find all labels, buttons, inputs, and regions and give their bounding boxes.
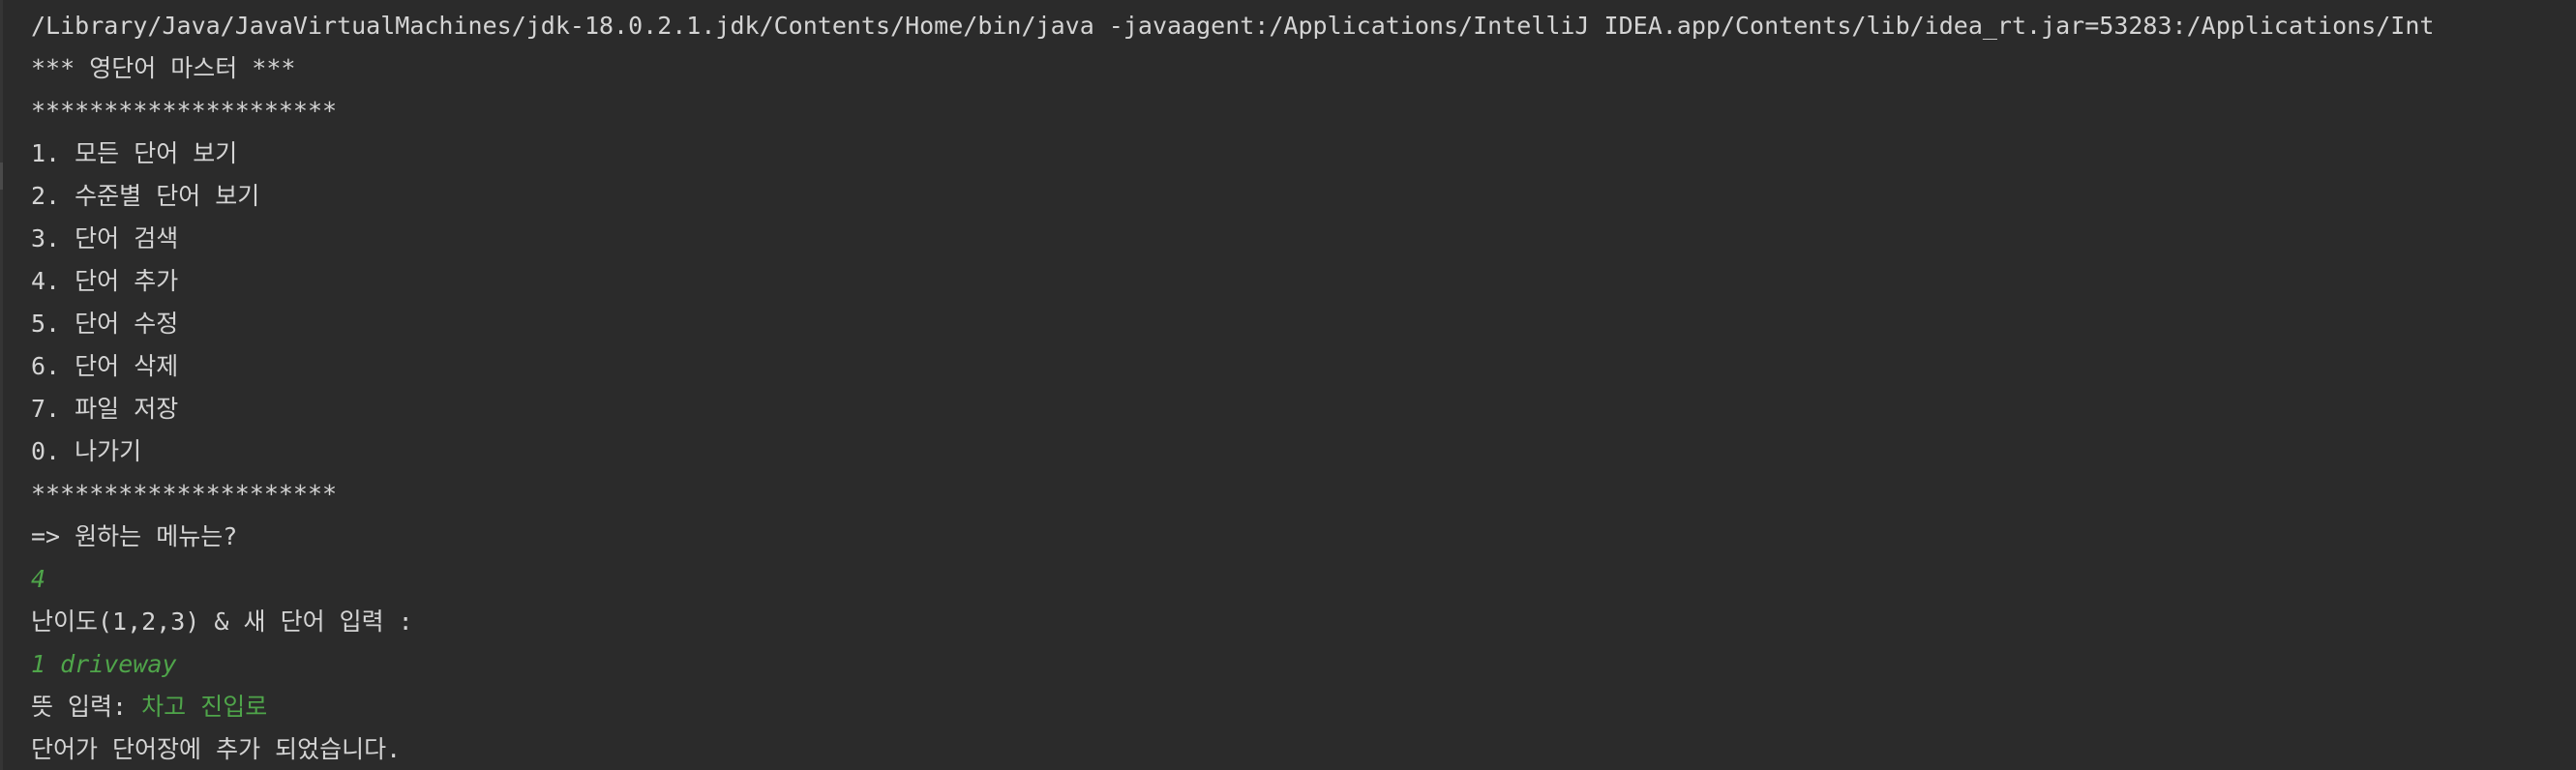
menu-input: 4 (31, 565, 46, 593)
menu-item: 6. 단어 삭제 (31, 352, 179, 380)
meaning-line: 뜻 입력: 차고 진입로 (31, 686, 2576, 728)
menu-item: 4. 단어 추가 (31, 267, 179, 295)
menu-item: 2. 수준별 단어 보기 (31, 182, 260, 210)
program-title: *** 영단어 마스터 *** (31, 54, 296, 82)
result-message: 단어가 단어장에 추가 되었습니다. (31, 735, 402, 763)
menu-item: 1. 모든 단어 보기 (31, 139, 238, 167)
menu-item: 7. 파일 저장 (31, 395, 179, 423)
meaning-prompt: 뜻 입력: (31, 693, 142, 721)
separator-bottom: ********************* (31, 480, 338, 508)
meaning-input: 차고 진입로 (141, 693, 268, 721)
separator-top: ********************* (31, 97, 338, 125)
console-output[interactable]: /Library/Java/JavaVirtualMachines/jdk-18… (31, 5, 2576, 770)
gutter-marker (0, 163, 3, 190)
level-word-input: 1 driveway (31, 650, 177, 678)
console-gutter (0, 0, 3, 770)
menu-item: 0. 나가기 (31, 437, 142, 465)
menu-prompt: => 원하는 메뉴는? (31, 522, 238, 550)
command-line: /Library/Java/JavaVirtualMachines/jdk-18… (31, 12, 2435, 40)
level-word-prompt: 난이도(1,2,3) & 새 단어 입력 : (31, 607, 413, 636)
run-console[interactable]: /Library/Java/JavaVirtualMachines/jdk-18… (0, 0, 2576, 770)
menu-item: 5. 단어 수정 (31, 310, 179, 338)
menu-item: 3. 단어 검색 (31, 224, 179, 252)
